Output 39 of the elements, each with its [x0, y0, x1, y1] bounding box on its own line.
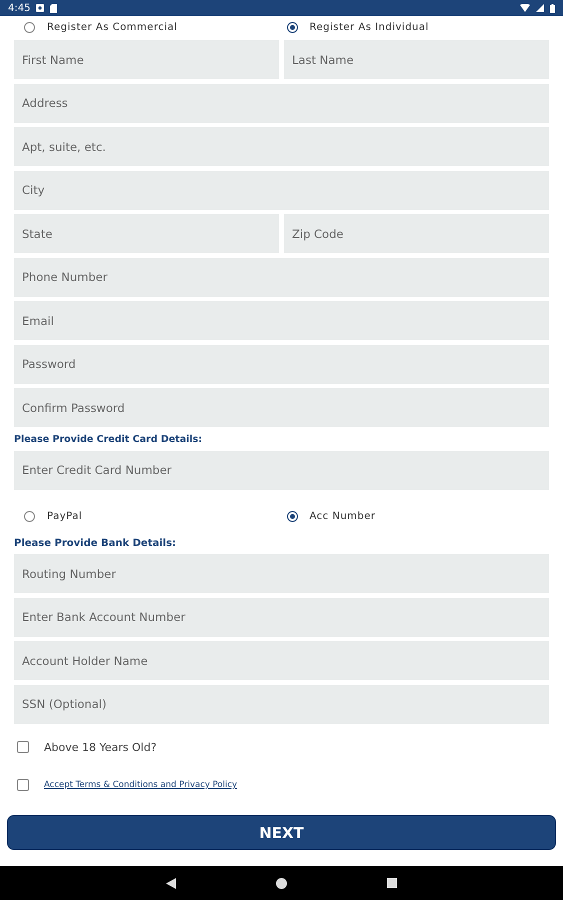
checkbox[interactable]	[17, 741, 29, 753]
input-field[interactable]: Enter Credit Card Number	[14, 450, 549, 490]
next-button[interactable]: NEXT	[7, 815, 556, 850]
wifi-icon	[520, 4, 530, 12]
input-field[interactable]: Confirm Password	[14, 388, 549, 427]
input-field[interactable]: Zip Code	[284, 214, 549, 253]
input-field[interactable]: Routing Number	[14, 554, 549, 593]
notification-icon	[36, 4, 44, 12]
terms-link[interactable]: Accept Terms & Conditions and Privacy Policy	[44, 780, 238, 790]
radio-button[interactable]	[24, 22, 35, 32]
radio-button[interactable]	[286, 22, 298, 32]
battery-icon	[550, 4, 555, 12]
input-field[interactable]: State	[14, 214, 279, 253]
radio-label: PayPal	[47, 510, 82, 522]
input-field[interactable]: Account Holder Name	[14, 641, 549, 680]
section-heading: Please Provide Credit Card Details:	[14, 434, 204, 444]
input-field[interactable]: Apt, suite, etc.	[14, 127, 549, 166]
home-icon[interactable]	[276, 878, 287, 888]
section-heading: Please Provide Bank Details:	[14, 538, 178, 549]
input-field[interactable]: Address	[14, 84, 549, 122]
signal-icon	[536, 4, 544, 12]
checkbox-label: Above 18 Years Old?	[44, 740, 157, 754]
input-field[interactable]: First Name	[14, 40, 279, 79]
input-field[interactable]: City	[14, 170, 549, 210]
input-field[interactable]: Email	[14, 301, 549, 340]
radio-label: Register As Commercial	[47, 22, 178, 32]
input-field[interactable]: Enter Bank Account Number	[14, 598, 549, 636]
input-field[interactable]: Phone Number	[14, 258, 549, 296]
sd-card-icon	[50, 4, 58, 12]
input-field[interactable]: Password	[14, 344, 549, 384]
back-icon[interactable]	[166, 878, 176, 888]
radio-label: Acc Number	[310, 510, 376, 522]
checkbox[interactable]	[17, 779, 29, 791]
radio-button[interactable]	[24, 510, 35, 522]
status-time: 4:45	[8, 2, 30, 14]
radio-label: Register As Individual	[310, 22, 429, 32]
radio-button[interactable]	[286, 510, 298, 522]
input-field[interactable]: Last Name	[284, 40, 549, 79]
input-field[interactable]: SSN (Optional)	[14, 684, 549, 724]
